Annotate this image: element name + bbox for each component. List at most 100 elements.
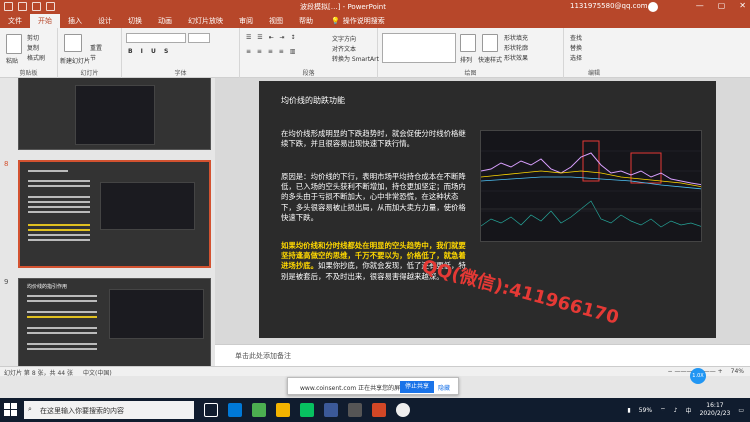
playback-speed-badge[interactable]: 1.0X: [690, 368, 706, 384]
slide-position: 幻灯片 第 8 张，共 44 张: [4, 370, 73, 377]
close-button[interactable]: ✕: [739, 1, 746, 10]
save-icon[interactable]: [4, 2, 13, 11]
font-name-box[interactable]: [126, 33, 186, 43]
slide-thumbnail-8[interactable]: [18, 160, 211, 268]
section-button[interactable]: 节: [90, 53, 96, 62]
slide-paragraph-1[interactable]: 在均价线形成明显的下跌趋势时，就会促使分时线价格继续下跌，并且很容易出现快速下跌…: [281, 129, 467, 149]
language-indicator[interactable]: 中文(中国): [83, 368, 112, 377]
wechat-icon[interactable]: [300, 403, 314, 417]
quick-styles-button[interactable]: 快速样式: [478, 55, 502, 64]
drawing-group: 排列 快速样式 形状填充 形状轮廓 形状效果 绘图: [378, 28, 564, 78]
cut-button[interactable]: 剪切: [27, 33, 39, 42]
restore-button[interactable]: ▢: [718, 1, 726, 10]
tab-transitions[interactable]: 切换: [120, 14, 150, 28]
slide-thumbnail-pane[interactable]: 8 9 均价线的指引作用: [0, 78, 215, 366]
app-icon[interactable]: [348, 403, 362, 417]
arrange-icon[interactable]: [460, 34, 476, 52]
tab-review[interactable]: 审阅: [231, 14, 261, 28]
redo-icon[interactable]: [32, 2, 41, 11]
stop-sharing-button[interactable]: 停止共享: [400, 381, 434, 393]
shape-effects-button[interactable]: 形状效果: [504, 53, 528, 62]
reset-button[interactable]: 重置: [90, 43, 102, 52]
slide-paragraph-2[interactable]: 原因是：均价线的下行，表明市场平均持仓成本在不断降低，已入场的空头获利不断增加，…: [281, 172, 467, 223]
notifications-icon[interactable]: ▭: [738, 407, 744, 414]
font-format-buttons[interactable]: B I U S: [128, 48, 171, 55]
quick-access-toolbar: [4, 2, 55, 11]
tab-insert[interactable]: 插入: [60, 14, 90, 28]
present-icon[interactable]: [46, 2, 55, 11]
current-slide[interactable]: 均价线的助跌功能 在均价线形成明显的下跌趋势时，就会促使分时线价格继续下跌，并且…: [259, 81, 716, 338]
edge-icon[interactable]: [228, 403, 242, 417]
chrome-icon[interactable]: [396, 403, 410, 417]
tab-animations[interactable]: 动画: [150, 14, 180, 28]
slide-edit-area[interactable]: 均价线的助跌功能 在均价线形成明显的下跌趋势时，就会促使分时线价格继续下跌，并且…: [215, 78, 750, 344]
thumbnail-text-line: [28, 201, 90, 203]
thumbnail-text-line: [28, 239, 90, 241]
network-icon[interactable]: ⌔: [660, 406, 666, 414]
quick-styles-icon[interactable]: [482, 34, 498, 52]
tab-slideshow[interactable]: 幻灯片放映: [180, 14, 231, 28]
new-slide-button[interactable]: 新建幻灯片: [60, 56, 90, 65]
tab-design[interactable]: 设计: [90, 14, 120, 28]
tab-help[interactable]: 帮助: [291, 14, 321, 28]
smartart-button[interactable]: 转换为 SmartArt: [332, 54, 379, 63]
taskbar: ⌕ 在这里输入你要搜索的内容 ▮ 59% ⌔ ♪ 中 16:17 2020/2/…: [0, 398, 750, 422]
powerpoint-icon[interactable]: [372, 403, 386, 417]
battery-icon[interactable]: ▮: [627, 407, 630, 414]
account-name[interactable]: 1131975580@qq.com: [570, 2, 648, 10]
new-slide-icon[interactable]: [64, 34, 82, 52]
slide-thumbnail-7[interactable]: [18, 78, 211, 150]
tab-home[interactable]: 开始: [30, 14, 60, 28]
text-direction-button[interactable]: 文字方向: [332, 34, 356, 43]
paragraph-label: 段落: [302, 70, 315, 77]
task-view-icon[interactable]: [204, 403, 218, 417]
minimize-button[interactable]: —: [696, 1, 704, 10]
select-button[interactable]: 选择: [570, 53, 582, 62]
share-notice-text: www.coinsent.com 正在共享您的屏幕。: [300, 385, 413, 392]
format-painter-button[interactable]: 格式刷: [27, 53, 45, 62]
list-buttons[interactable]: ☰ ☰ ⇤ ⇥ ↕: [246, 34, 297, 41]
slide-title[interactable]: 均价线的助跌功能: [281, 95, 345, 106]
font-group: B I U S 字体: [122, 28, 240, 78]
clock[interactable]: 16:17 2020/2/23: [700, 402, 731, 418]
avatar[interactable]: [648, 2, 658, 12]
trading-chart-image[interactable]: [480, 130, 702, 242]
tell-me-search[interactable]: 💡 操作说明搜索: [321, 14, 395, 28]
tab-file[interactable]: 文件: [0, 14, 30, 28]
slide-thumbnail-9[interactable]: 均价线的指引作用: [18, 278, 211, 366]
undo-icon[interactable]: [18, 2, 27, 11]
search-icon: ⌕: [28, 405, 32, 413]
shapes-gallery[interactable]: [382, 33, 456, 63]
thumbnail-text-line: [27, 295, 97, 297]
thumbnail-text-line: [28, 206, 90, 208]
notes-placeholder[interactable]: 单击此处添加备注: [235, 351, 291, 361]
file-explorer-icon[interactable]: [276, 403, 290, 417]
app-icon[interactable]: [324, 403, 338, 417]
thumbnail-chart: [109, 289, 204, 339]
align-buttons[interactable]: ≡ ≡ ≡ ≡ ▥: [246, 48, 297, 55]
shape-outline-button[interactable]: 形状轮廓: [504, 43, 528, 52]
replace-button[interactable]: 替换: [570, 43, 582, 52]
tab-view[interactable]: 视图: [261, 14, 291, 28]
thumbnail-text-line: [28, 224, 90, 226]
lightbulb-icon: 💡: [331, 17, 340, 25]
paste-button[interactable]: 粘贴: [6, 56, 18, 65]
paste-icon[interactable]: [6, 34, 22, 54]
thumbnail-chart: [75, 85, 155, 145]
font-size-box[interactable]: [188, 33, 210, 43]
clipboard-label: 剪贴板: [19, 70, 38, 77]
app-icon[interactable]: [252, 403, 266, 417]
arrange-button[interactable]: 排列: [460, 55, 472, 64]
notes-pane[interactable]: 单击此处添加备注: [215, 344, 750, 366]
zoom-level[interactable]: 74%: [731, 368, 744, 375]
find-button[interactable]: 查找: [570, 33, 582, 42]
hide-link[interactable]: 隐藏: [438, 383, 450, 392]
shape-fill-button[interactable]: 形状填充: [504, 33, 528, 42]
editing-label: 编辑: [587, 70, 600, 77]
copy-button[interactable]: 复制: [27, 43, 39, 52]
ime-indicator[interactable]: 中: [686, 406, 692, 415]
volume-icon[interactable]: ♪: [674, 407, 678, 414]
taskbar-search-input[interactable]: ⌕ 在这里输入你要搜索的内容: [24, 401, 194, 419]
align-text-button[interactable]: 对齐文本: [332, 44, 356, 53]
windows-start-icon[interactable]: [4, 403, 18, 417]
